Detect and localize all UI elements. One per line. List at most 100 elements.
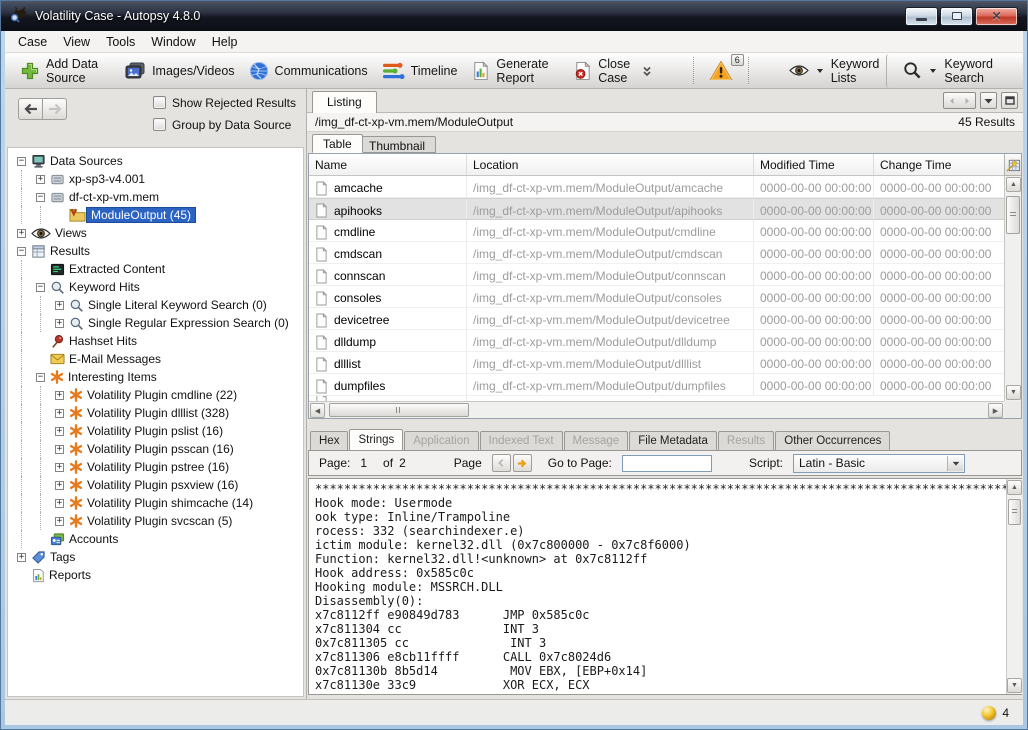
scrollbar-thumb[interactable] (1006, 196, 1020, 234)
collapse-icon[interactable]: − (12, 157, 31, 166)
column-header-location[interactable]: Location (467, 154, 754, 175)
menu-help[interactable]: Help (204, 33, 246, 51)
expand-icon[interactable]: + (50, 517, 69, 526)
images-videos-button[interactable]: Images/Videos (117, 58, 241, 84)
tab-listing[interactable]: Listing (312, 91, 377, 113)
ingest-warnings-button[interactable]: 6 (699, 58, 743, 83)
tree-item[interactable]: +Volatility Plugin pslist (16) (12, 422, 303, 440)
scroll-left-arrow[interactable]: ◀ (310, 403, 325, 418)
viewer-tab-hex[interactable]: Hex (310, 431, 348, 450)
tree-item[interactable]: +Views (12, 224, 303, 242)
tree-item[interactable]: +xp-sp3-v4.001 (12, 170, 303, 188)
expand-icon[interactable]: + (31, 175, 50, 184)
tree-item[interactable]: E-Mail Messages (12, 350, 303, 368)
table-horizontal-scrollbar[interactable]: ◀ ▶ (309, 401, 1004, 418)
expand-icon[interactable]: + (50, 445, 69, 454)
menu-case[interactable]: Case (10, 33, 55, 51)
goto-page-input[interactable] (622, 455, 712, 472)
tab-table[interactable]: Table (312, 134, 363, 153)
table-row[interactable]: consoles/img_df-ct-xp-vm.mem/ModuleOutpu… (309, 286, 1004, 308)
tree-item[interactable]: −Keyword Hits (12, 278, 303, 296)
forward-button[interactable] (42, 98, 67, 120)
tree-item[interactable]: −Results (12, 242, 303, 260)
tree-item[interactable]: Reports (12, 566, 303, 584)
menu-view[interactable]: View (55, 33, 98, 51)
timeline-button[interactable]: Timeline (375, 58, 465, 84)
back-button[interactable] (18, 98, 43, 120)
tree-item[interactable]: +Volatility Plugin cmdline (22) (12, 386, 303, 404)
scroll-down-arrow[interactable]: ▼ (1006, 385, 1021, 400)
checkbox-group-by-data-source[interactable] (153, 118, 166, 131)
tree-item[interactable]: Accounts (12, 530, 303, 548)
keyword-search-button[interactable]: Keyword Search (886, 54, 1009, 88)
keyword-lists-button[interactable]: Keyword Lists (782, 54, 887, 88)
expand-icon[interactable]: + (50, 463, 69, 472)
collapse-icon[interactable]: − (12, 247, 31, 256)
table-row[interactable]: devicetree/img_df-ct-xp-vm.mem/ModuleOut… (309, 308, 1004, 330)
tab-thumbnail[interactable]: Thumbnail (358, 136, 436, 153)
expand-icon[interactable]: + (50, 481, 69, 490)
table-row[interactable]: connscan/img_df-ct-xp-vm.mem/ModuleOutpu… (309, 264, 1004, 286)
close-case-button[interactable]: Close Case (566, 54, 659, 88)
scroll-right-arrow[interactable]: ▶ (988, 403, 1003, 418)
tree-item[interactable]: −df-ct-xp-vm.mem (12, 188, 303, 206)
expand-icon[interactable]: + (50, 301, 69, 310)
next-page-button[interactable] (513, 454, 532, 472)
viewer-tab-strings[interactable]: Strings (349, 429, 403, 450)
expand-icon[interactable]: + (50, 499, 69, 508)
tree-item[interactable]: −Interesting Items (12, 368, 303, 386)
table-row[interactable]: apihooks/img_df-ct-xp-vm.mem/ModuleOutpu… (309, 198, 1004, 220)
expand-icon[interactable]: + (50, 319, 69, 328)
checkbox-show-rejected-results[interactable] (153, 96, 166, 109)
background-tasks-icon[interactable] (982, 706, 996, 720)
tab-list-dropdown-button[interactable] (980, 92, 997, 109)
script-select[interactable]: Latin - Basic (793, 454, 965, 473)
table-row[interactable]: dlldump/img_df-ct-xp-vm.mem/ModuleOutput… (309, 330, 1004, 352)
tree-item[interactable]: Hashset Hits (12, 332, 303, 350)
previous-page-button[interactable] (492, 454, 511, 472)
tree-item[interactable]: +Tags (12, 548, 303, 566)
column-header-modified-time[interactable]: Modified Time (754, 154, 874, 175)
expand-icon[interactable]: + (12, 229, 31, 238)
tree-item[interactable]: +Volatility Plugin psxview (16) (12, 476, 303, 494)
minimize-button[interactable] (905, 7, 938, 26)
table-row[interactable]: amcache/img_df-ct-xp-vm.mem/ModuleOutput… (309, 176, 1004, 198)
expand-icon[interactable]: + (50, 409, 69, 418)
viewer-tab-file-metadata[interactable]: File Metadata (629, 431, 717, 450)
tree-item[interactable]: +Single Regular Expression Search (0) (12, 314, 303, 332)
menu-window[interactable]: Window (143, 33, 203, 51)
strings-content[interactable]: ****************************************… (308, 478, 1022, 695)
expand-icon[interactable]: + (50, 427, 69, 436)
expand-icon[interactable]: + (12, 553, 31, 562)
add-data-source-button[interactable]: Add Data Source (13, 54, 117, 88)
scroll-tabs-right-button[interactable] (959, 92, 976, 109)
scroll-up-arrow[interactable]: ▲ (1007, 480, 1022, 495)
scrollbar-thumb[interactable] (329, 403, 469, 417)
generate-report-button[interactable]: Generate Report (464, 54, 566, 88)
viewer-tab-other-occurrences[interactable]: Other Occurrences (775, 431, 890, 450)
table-vertical-scrollbar[interactable]: ▲ ▼ (1004, 176, 1021, 401)
communications-button[interactable]: Communications (242, 58, 375, 84)
menu-tools[interactable]: Tools (98, 33, 143, 51)
close-button[interactable]: ✕ (975, 7, 1018, 26)
tree-item[interactable]: +Volatility Plugin shimcache (14) (12, 494, 303, 512)
scroll-tabs-left-button[interactable] (943, 92, 960, 109)
collapse-icon[interactable]: − (31, 193, 50, 202)
table-row[interactable]: cmdline/img_df-ct-xp-vm.mem/ModuleOutput… (309, 220, 1004, 242)
tree-item[interactable]: +Volatility Plugin dlllist (328) (12, 404, 303, 422)
tree-item[interactable]: +Single Literal Keyword Search (0) (12, 296, 303, 314)
scroll-down-arrow[interactable]: ▼ (1007, 678, 1022, 693)
collapse-icon[interactable]: − (31, 283, 50, 292)
expand-icon[interactable]: + (50, 391, 69, 400)
column-header-name[interactable]: Name (309, 154, 467, 175)
scrollbar-thumb[interactable] (1008, 499, 1021, 525)
column-header-change-time[interactable]: Change Time (874, 154, 1004, 175)
column-settings-button[interactable] (1004, 154, 1021, 176)
tree-item[interactable]: ModuleOutput (45) (12, 206, 303, 224)
restore-button[interactable] (940, 7, 973, 26)
tree-item[interactable]: −Data Sources (12, 152, 303, 170)
maximize-panel-button[interactable] (1001, 92, 1018, 109)
tree-item[interactable]: +Volatility Plugin pstree (16) (12, 458, 303, 476)
tree-item[interactable]: +Volatility Plugin psscan (16) (12, 440, 303, 458)
strings-vertical-scrollbar[interactable]: ▲ ▼ (1006, 479, 1022, 694)
